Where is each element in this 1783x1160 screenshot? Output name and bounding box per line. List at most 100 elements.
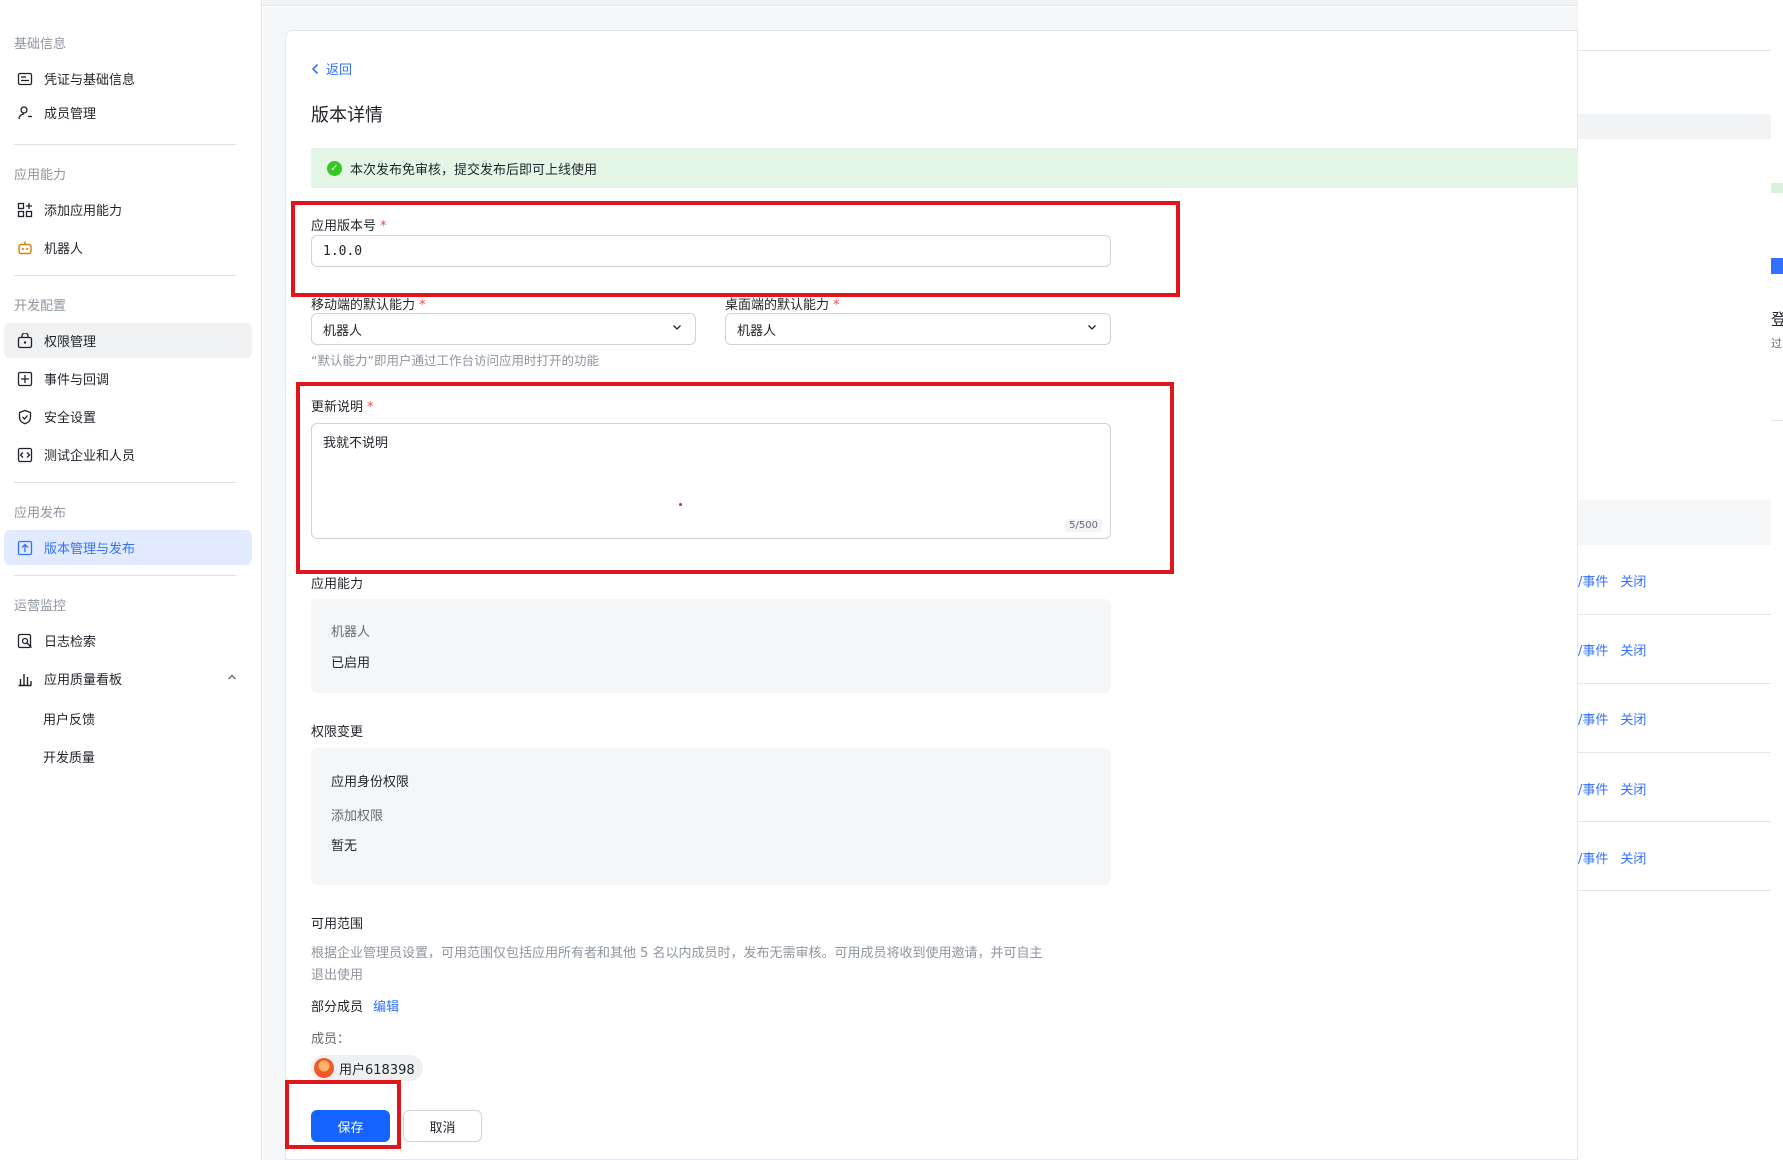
header-strip <box>1578 114 1771 139</box>
sidebar-item-credentials[interactable]: 凭证与基础信息 <box>4 61 252 96</box>
divider <box>1578 50 1771 51</box>
sidebar-item-add-capability[interactable]: 添加应用能力 <box>4 192 252 227</box>
permission-value: 暂无 <box>331 839 358 854</box>
sidebar-item-label: 测试企业和人员 <box>44 449 136 464</box>
cancel-button[interactable]: 取消 <box>403 1110 482 1142</box>
permission-group: 应用身份权限 <box>331 775 410 790</box>
select-value: 机器人 <box>737 323 777 339</box>
text-fragment: 登 <box>1771 310 1783 329</box>
sidebar-item-label: 版本管理与发布 <box>44 542 136 557</box>
close-link[interactable]: 关闭 <box>1620 713 1646 728</box>
annotation-box-version <box>291 201 1180 297</box>
back-link[interactable]: 返回 <box>311 59 352 78</box>
edit-scope-link[interactable]: 编辑 <box>373 1000 399 1015</box>
sidebar-item-label: 添加应用能力 <box>44 204 123 219</box>
annotation-box-notes <box>296 382 1174 574</box>
sidebar: 基础信息 凭证与基础信息 成员管理 应用能力 添加应用能力 机器人 开发配置 权… <box>0 0 262 1160</box>
code-box-icon <box>16 446 34 464</box>
sidebar-item-test-org[interactable]: 测试企业和人员 <box>4 437 252 472</box>
scope-desc-1: 根据企业管理员设置，可用范围仅包括应用所有者和其他 5 名以内成员时，发布无需审… <box>311 946 1043 961</box>
close-link[interactable]: 关闭 <box>1620 852 1646 867</box>
divider <box>14 575 236 576</box>
sidebar-item-label: 成员管理 <box>44 107 97 122</box>
table-row: /事件 关闭 <box>1578 640 1646 659</box>
divider <box>1578 752 1771 753</box>
divider <box>1578 890 1771 891</box>
divider <box>14 275 236 276</box>
sidebar-item-log-search[interactable]: 日志检索 <box>4 623 252 658</box>
success-notice: ✓ 本次发布免审核，提交发布后即可上线使用 <box>311 148 1578 188</box>
strip-blue <box>1771 258 1783 274</box>
event-link[interactable]: /事件 <box>1578 644 1608 659</box>
sidebar-item-security[interactable]: 安全设置 <box>4 399 252 434</box>
sidebar-item-version-management[interactable]: 版本管理与发布 <box>4 530 252 565</box>
chevron-down-icon <box>1086 321 1098 337</box>
section-title-basic: 基础信息 <box>14 37 67 52</box>
sidebar-item-label: 安全设置 <box>44 411 97 426</box>
sidebar-item-quality-board[interactable]: 应用质量看板 <box>4 661 252 696</box>
capabilities-box: 机器人 已启用 <box>311 599 1111 693</box>
sidebar-subitem-feedback[interactable]: 用户反馈 <box>43 709 95 728</box>
mobile-default-select[interactable]: 机器人 <box>311 313 696 345</box>
section-title-capabilities: 应用能力 <box>14 168 67 183</box>
page-title: 版本详情 <box>311 105 383 126</box>
capability-status: 已启用 <box>331 656 371 671</box>
close-link[interactable]: 关闭 <box>1620 575 1646 590</box>
select-value: 机器人 <box>323 323 363 339</box>
table-header <box>1578 500 1771 545</box>
divider <box>14 144 236 145</box>
log-search-icon <box>16 632 34 650</box>
table-row: /事件 关闭 <box>1578 779 1646 798</box>
upload-box-icon <box>16 539 34 557</box>
desktop-default-select[interactable]: 机器人 <box>725 313 1111 345</box>
id-card-icon <box>16 70 34 88</box>
member-chip: 用户618398 <box>311 1055 423 1081</box>
text-fragment: 过 <box>1771 337 1782 350</box>
close-link[interactable]: 关闭 <box>1620 644 1646 659</box>
divider <box>1578 614 1771 615</box>
divider <box>1578 683 1771 684</box>
back-label: 返回 <box>326 63 353 78</box>
annotation-box-save <box>285 1080 401 1149</box>
capability-name: 机器人 <box>331 625 371 640</box>
sidebar-item-label: 机器人 <box>44 242 84 257</box>
divider <box>14 482 236 483</box>
person-icon <box>16 104 34 122</box>
close-link[interactable]: 关闭 <box>1620 783 1646 798</box>
sidebar-item-label: 日志检索 <box>44 635 97 650</box>
permissions-box: 应用身份权限 添加权限 暂无 <box>311 748 1111 885</box>
event-link[interactable]: /事件 <box>1578 852 1608 867</box>
sidebar-item-label: 应用质量看板 <box>44 673 123 688</box>
sidebar-item-robot[interactable]: 机器人 <box>4 230 252 265</box>
avatar <box>314 1058 334 1078</box>
notice-text: 本次发布免审核，提交发布后即可上线使用 <box>350 162 598 178</box>
member-name: 用户618398 <box>339 1062 415 1078</box>
sidebar-item-events[interactable]: 事件与回调 <box>4 361 252 396</box>
capabilities-label: 应用能力 <box>311 577 364 592</box>
section-title-dev-config: 开发配置 <box>14 299 67 314</box>
shield-icon <box>16 408 34 426</box>
robot-icon <box>16 239 34 257</box>
section-title-publish: 应用发布 <box>14 506 67 521</box>
chevron-up-icon[interactable] <box>226 671 238 687</box>
sidebar-item-members[interactable]: 成员管理 <box>4 95 252 130</box>
chevron-left-icon <box>311 63 320 75</box>
event-icon <box>16 370 34 388</box>
event-link[interactable]: /事件 <box>1578 713 1608 728</box>
bar-chart-icon <box>16 670 34 688</box>
permission-sub: 添加权限 <box>331 809 384 824</box>
event-link[interactable]: /事件 <box>1578 783 1608 798</box>
lock-box-icon <box>16 332 34 350</box>
section-title-monitoring: 运营监控 <box>14 599 67 614</box>
top-bar <box>0 0 1783 6</box>
table-row: /事件 关闭 <box>1578 571 1646 590</box>
sidebar-item-label: 凭证与基础信息 <box>44 73 136 88</box>
sidebar-item-permissions[interactable]: 权限管理 <box>4 323 252 358</box>
event-link[interactable]: /事件 <box>1578 575 1608 590</box>
divider <box>1771 420 1783 421</box>
divider <box>1578 821 1771 822</box>
scope-desc-2: 退出使用 <box>311 968 364 983</box>
check-circle-icon: ✓ <box>327 160 342 176</box>
apps-add-icon <box>16 201 34 219</box>
sidebar-subitem-dev-quality[interactable]: 开发质量 <box>43 747 95 766</box>
